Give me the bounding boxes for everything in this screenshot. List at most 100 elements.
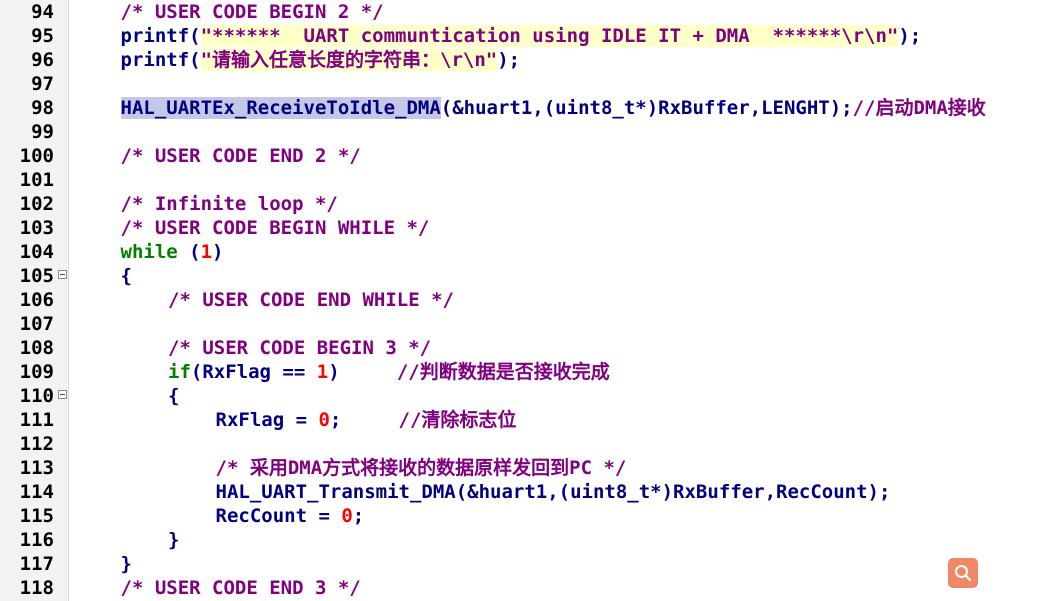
code-text: {: [121, 264, 132, 288]
line-number: 104: [19, 241, 54, 263]
code-line[interactable]: 94 /* USER CODE BEGIN 2 */: [0, 0, 1063, 24]
code-token: }: [120, 553, 132, 575]
code-token: ): [212, 241, 224, 263]
code-comment: //清除标志位: [398, 409, 517, 431]
code-text: /* USER CODE BEGIN 3 */: [168, 336, 431, 360]
code-line[interactable]: 105 {: [0, 264, 1063, 288]
code-text: /* USER CODE BEGIN WHILE */: [121, 216, 430, 240]
code-token: printf(: [120, 49, 201, 71]
code-line[interactable]: 113 /* 采用DMA方式将接收的数据原样发回到PC */: [0, 456, 1063, 480]
code-text: if(RxFlag == 1) //判断数据是否接收完成: [168, 360, 610, 384]
code-text: /* USER CODE BEGIN 2 */: [121, 0, 384, 24]
code-line[interactable]: 99: [0, 120, 1063, 144]
code-keyword: if: [168, 361, 191, 383]
code-number: 0: [341, 505, 353, 527]
line-number: 113: [19, 457, 54, 479]
line-number: 117: [19, 553, 54, 575]
code-line[interactable]: 116}: [0, 528, 1063, 552]
zoom-button[interactable]: [948, 558, 978, 588]
code-comment: /* USER CODE BEGIN 3 */: [168, 337, 432, 359]
code-line[interactable]: 115 RecCount = 0;: [0, 504, 1063, 528]
code-line[interactable]: 108 /* USER CODE BEGIN 3 */: [0, 336, 1063, 360]
code-text: {: [168, 384, 179, 408]
code-text: printf("请输入任意长度的字符串：\r\n");: [120, 48, 521, 72]
code-string: "****** UART communtication using IDLE I…: [200, 25, 899, 47]
code-keyword: while: [120, 241, 178, 263]
code-text: }: [121, 552, 132, 576]
code-line[interactable]: 98 HAL_UARTEx_ReceiveToIdle_DMA(&huart1,(…: [0, 96, 1063, 120]
code-token: RxFlag =: [215, 409, 319, 431]
line-number: 106: [19, 289, 54, 311]
line-number: 108: [19, 337, 54, 359]
code-line[interactable]: 110 {: [0, 384, 1063, 408]
line-number: 103: [19, 217, 54, 239]
code-text: while (1): [121, 240, 224, 264]
line-number: 115: [19, 505, 54, 527]
line-number: 98: [31, 97, 54, 119]
fold-toggle-icon[interactable]: [58, 390, 67, 399]
code-line[interactable]: 111 RxFlag = 0; //清除标志位: [0, 408, 1063, 432]
line-number: 110: [19, 385, 54, 407]
code-text: HAL_UART_Transmit_DMA(&huart1,(uint8_t*)…: [216, 480, 891, 504]
code-text: /* 采用DMA方式将接收的数据原样发回到PC */: [216, 456, 627, 480]
code-text: /* USER CODE END WHILE */: [168, 288, 454, 312]
line-number: 95: [31, 25, 54, 47]
code-line[interactable]: 114 HAL_UART_Transmit_DMA(&huart1,(uint8_…: [0, 480, 1063, 504]
code-comment: /* USER CODE BEGIN 2 */: [120, 1, 384, 23]
code-line[interactable]: 95 printf("****** UART communtication usi…: [0, 24, 1063, 48]
line-number: 94: [31, 1, 54, 23]
line-number: 105: [19, 265, 54, 287]
code-line[interactable]: 102 /* Infinite loop */: [0, 192, 1063, 216]
code-line[interactable]: 101: [0, 168, 1063, 192]
code-line[interactable]: 112: [0, 432, 1063, 456]
line-number: 118: [19, 577, 54, 599]
code-token: ): [328, 361, 397, 383]
magnifier-icon: [955, 565, 972, 582]
code-token: (&huart1,(uint8_t*)RxBuffer,LENGHT);: [440, 97, 853, 119]
line-number: 102: [19, 193, 54, 215]
code-line[interactable]: 103 /* USER CODE BEGIN WHILE */: [0, 216, 1063, 240]
code-text: }: [168, 528, 179, 552]
code-token: HAL_UART_Transmit_DMA(&huart1,(uint8_t*)…: [215, 481, 891, 503]
fold-toggle-icon[interactable]: [58, 270, 67, 279]
code-token: printf(: [120, 25, 201, 47]
code-comment: /* USER CODE BEGIN WHILE */: [120, 217, 430, 239]
code-editor[interactable]: 94 /* USER CODE BEGIN 2 */ 95 printf("*****…: [0, 0, 1063, 601]
code-token: (RxFlag ==: [190, 361, 317, 383]
code-line[interactable]: 97: [0, 72, 1063, 96]
code-token: {: [168, 385, 180, 407]
code-line[interactable]: 100 /* USER CODE END 2 */: [0, 144, 1063, 168]
code-token: );: [898, 25, 922, 47]
code-comment: /* 采用DMA方式将接收的数据原样发回到PC */: [215, 457, 627, 479]
line-number: 109: [19, 361, 54, 383]
code-line[interactable]: 96 printf("请输入任意长度的字符串：\r\n");: [0, 48, 1063, 72]
code-token: HAL_UARTEx_ReceiveToIdle_DMA: [120, 97, 441, 119]
line-number: 112: [19, 433, 54, 455]
code-line[interactable]: 109 if(RxFlag == 1) //判断数据是否接收完成: [0, 360, 1063, 384]
line-number: 96: [31, 49, 54, 71]
code-number: 1: [316, 361, 329, 383]
code-text: HAL_UARTEx_ReceiveToIdle_DMA(&huart1,(ui…: [120, 96, 986, 120]
code-comment: /* USER CODE END WHILE */: [168, 289, 454, 311]
code-token: RecCount =: [215, 505, 342, 527]
code-token: ;: [329, 409, 399, 431]
code-line[interactable]: 107: [0, 312, 1063, 336]
code-text: /* USER CODE END 3 */: [121, 576, 361, 600]
code-text: RecCount = 0;: [216, 504, 365, 528]
code-token: );: [497, 49, 521, 71]
code-token: (: [177, 241, 201, 263]
line-number: 97: [31, 73, 54, 95]
code-text: /* Infinite loop */: [121, 192, 338, 216]
code-line[interactable]: 118 /* USER CODE END 3 */: [0, 576, 1063, 600]
code-line[interactable]: 117}: [0, 552, 1063, 576]
code-token: {: [120, 265, 132, 287]
code-string: "请输入任意长度的字符串：\r\n": [200, 49, 498, 71]
line-number: 111: [19, 409, 54, 431]
code-line[interactable]: 106 /* USER CODE END WHILE */: [0, 288, 1063, 312]
code-text: RxFlag = 0; //清除标志位: [216, 408, 517, 432]
code-line[interactable]: 104 while (1): [0, 240, 1063, 264]
line-number: 116: [19, 529, 54, 551]
line-number: 114: [19, 481, 54, 503]
code-text: printf("****** UART communtication using…: [120, 24, 922, 48]
code-token: }: [168, 529, 180, 551]
